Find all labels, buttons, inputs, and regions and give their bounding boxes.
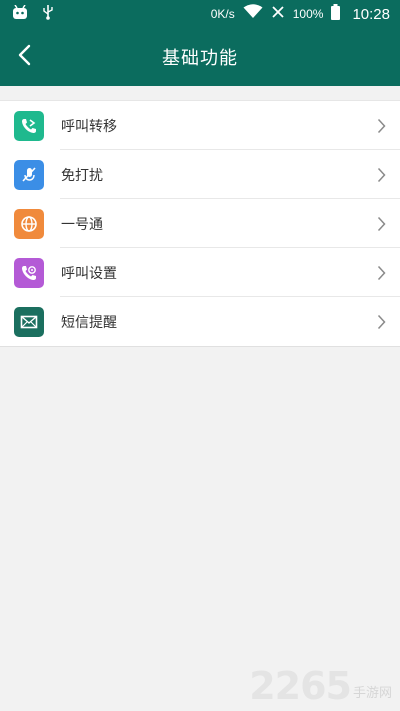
call-forward-icon <box>14 110 44 141</box>
call-settings-icon <box>14 257 44 288</box>
chevron-right-icon <box>377 314 386 334</box>
menu-list: 呼叫转移 免打扰 一号通 呼叫设置 短信提醒 <box>0 100 400 347</box>
page-title: 基础功能 <box>162 48 238 69</box>
menu-item-do-not-disturb[interactable]: 免打扰 <box>0 150 400 199</box>
clock: 10:28 <box>352 5 390 23</box>
status-bar: 0K/s 100% 10:28 <box>0 0 400 28</box>
menu-item-label: 呼叫转移 <box>61 118 117 135</box>
globe-icon <box>14 208 44 239</box>
watermark-text: 手游网 <box>352 686 392 701</box>
chevron-right-icon <box>377 118 386 138</box>
chevron-right-icon <box>377 265 386 285</box>
menu-item-label: 免打扰 <box>61 167 103 184</box>
chevron-right-icon <box>377 167 386 187</box>
menu-item-one-number[interactable]: 一号通 <box>0 199 400 248</box>
menu-item-call-settings[interactable]: 呼叫设置 <box>0 248 400 297</box>
wifi-icon <box>243 4 263 24</box>
chevron-right-icon <box>377 216 386 236</box>
watermark-number: 2265 <box>249 664 352 708</box>
network-speed: 0K/s <box>210 7 235 21</box>
menu-item-sms-reminder[interactable]: 短信提醒 <box>0 297 400 346</box>
no-signal-icon <box>271 5 285 24</box>
battery-percent: 100% <box>292 7 324 21</box>
chevron-left-icon <box>17 44 31 70</box>
menu-item-label: 呼叫设置 <box>61 265 117 282</box>
usb-icon <box>42 4 54 25</box>
mail-icon <box>14 306 44 337</box>
battery-icon <box>331 3 341 25</box>
android-icon <box>12 4 28 24</box>
app-bar: 基础功能 <box>0 28 400 86</box>
menu-item-call-forwarding[interactable]: 呼叫转移 <box>0 101 400 150</box>
do-not-disturb-icon <box>14 159 44 190</box>
back-button[interactable] <box>4 36 44 78</box>
watermark: 2265 手游网 <box>249 667 392 705</box>
menu-item-label: 短信提醒 <box>61 314 117 331</box>
menu-item-label: 一号通 <box>61 216 103 233</box>
